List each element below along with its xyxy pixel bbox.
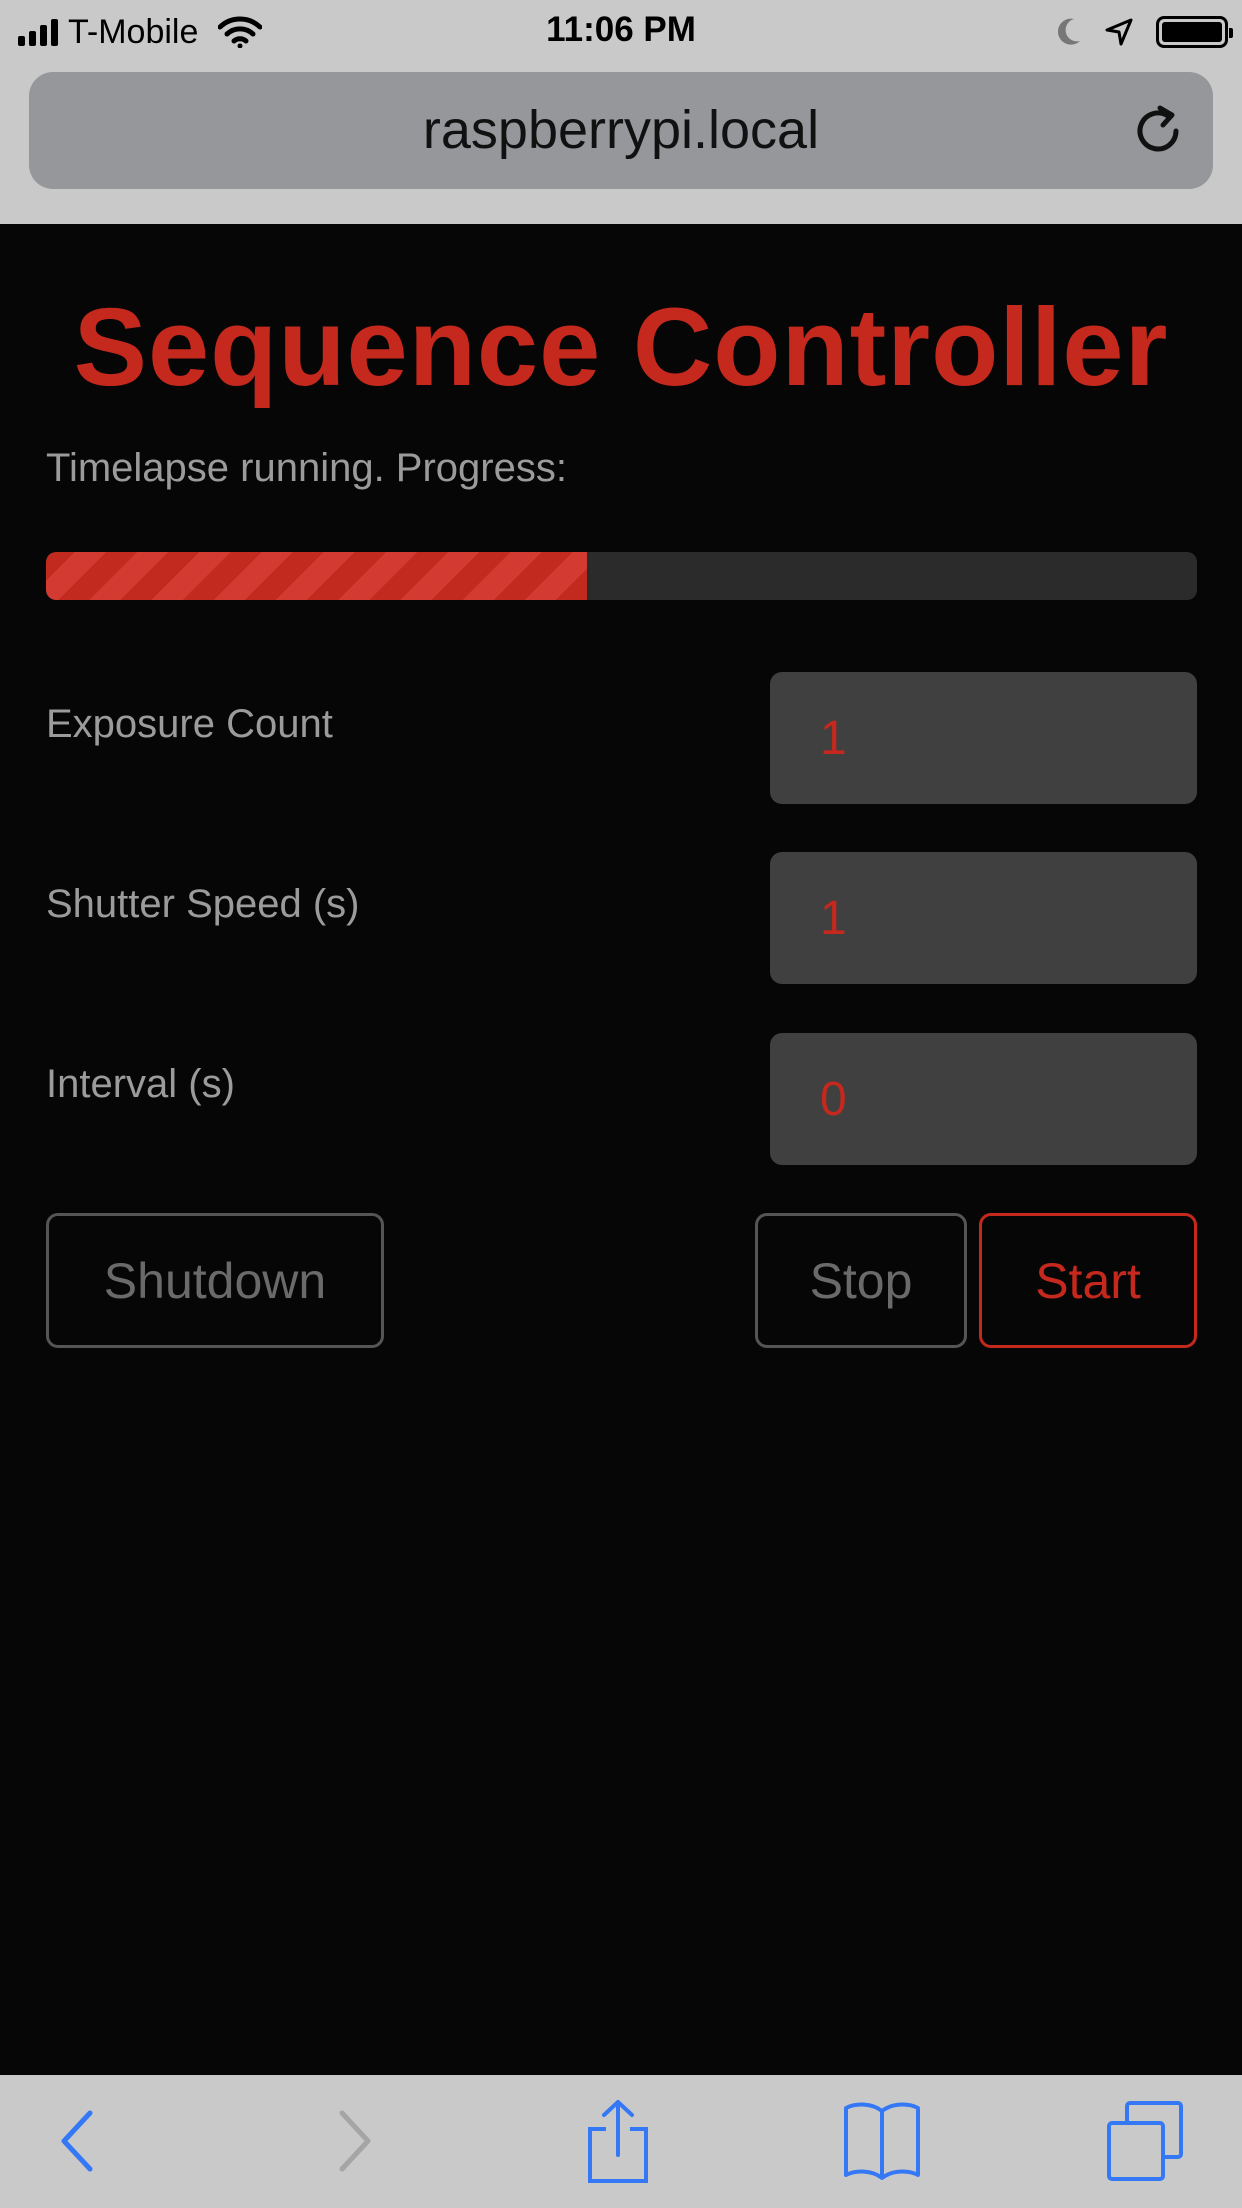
page-content: Sequence Controller Timelapse running. P… <box>0 224 1242 2075</box>
stop-button[interactable]: Stop <box>755 1213 967 1348</box>
start-button[interactable]: Start <box>979 1213 1197 1348</box>
exposure-count-label: Exposure Count <box>46 702 333 746</box>
battery-fill <box>1162 22 1222 42</box>
browser-toolbar <box>0 2075 1242 2208</box>
battery-icon <box>1156 16 1233 48</box>
moon-icon <box>1057 18 1080 45</box>
browser-address-area: raspberrypi.local <box>0 62 1242 224</box>
shutter-speed-input[interactable] <box>770 852 1197 984</box>
reload-icon[interactable] <box>1131 104 1185 158</box>
back-icon[interactable] <box>56 2099 100 2183</box>
share-icon[interactable] <box>586 2099 650 2183</box>
exposure-count-input[interactable] <box>770 672 1197 804</box>
interval-input[interactable] <box>770 1033 1197 1165</box>
location-icon <box>1105 18 1133 46</box>
progress-fill <box>46 552 587 600</box>
page-title: Sequence Controller <box>73 286 1169 409</box>
status-bar: T-Mobile 11:06 PM <box>0 0 1242 62</box>
bookmarks-icon[interactable] <box>842 2099 922 2183</box>
interval-label: Interval (s) <box>46 1062 235 1106</box>
address-bar[interactable]: raspberrypi.local <box>29 72 1213 189</box>
shutter-speed-label: Shutter Speed (s) <box>46 882 360 926</box>
progress-bar <box>46 552 1197 600</box>
forward-icon[interactable] <box>332 2099 376 2183</box>
status-right-group <box>1054 10 1233 54</box>
tabs-icon[interactable] <box>1105 2099 1185 2183</box>
shutdown-button[interactable]: Shutdown <box>46 1213 384 1348</box>
url-text[interactable]: raspberrypi.local <box>29 72 1213 189</box>
status-text: Timelapse running. Progress: <box>46 446 567 490</box>
